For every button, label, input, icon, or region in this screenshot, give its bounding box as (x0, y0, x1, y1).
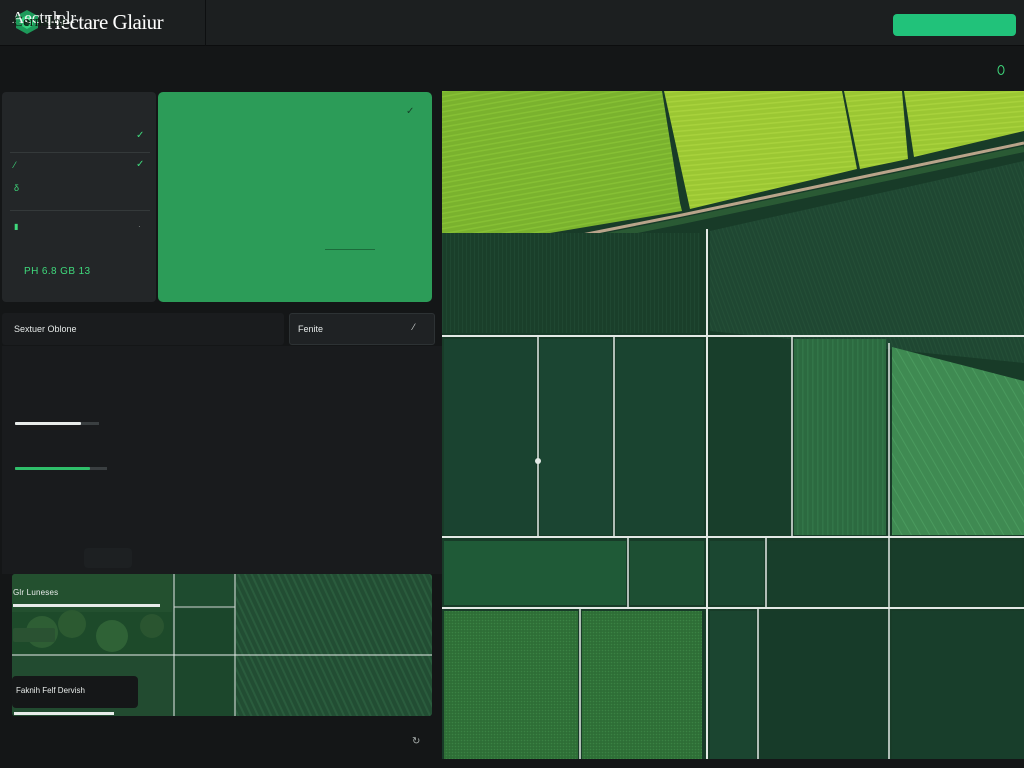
sub-nav (0, 47, 1024, 91)
info-icon[interactable] (996, 64, 1006, 76)
mini-map-label: Glr Luneses (13, 588, 59, 597)
more-icon[interactable]: · (138, 222, 141, 231)
mini-map-chip[interactable] (13, 628, 55, 642)
mini-map-bar (13, 604, 160, 607)
filter-label: Sextuer Oblone (14, 324, 77, 334)
progress-fill (15, 422, 81, 425)
number-icon: δ (14, 183, 20, 193)
row-action[interactable] (84, 548, 132, 568)
divider (325, 249, 375, 250)
filter-select-label: Fenite (298, 324, 324, 334)
trend-icon: ⁄ (14, 160, 16, 170)
chevron-down-icon[interactable]: ✓ (406, 106, 414, 117)
chevron-down-icon[interactable]: ⁄ (413, 322, 415, 332)
map-overlay-bar (14, 712, 114, 715)
field-map[interactable] (442, 91, 1024, 759)
map-overlay-label: Faknih Felf Dervish (16, 686, 85, 695)
progress-fill (15, 467, 91, 470)
green-card-title: Cernalor (13, 14, 66, 30)
marker-icon: ▮ (14, 222, 19, 231)
check-icon: ✓ (136, 130, 145, 141)
divider (205, 0, 206, 46)
green-card (158, 92, 432, 302)
data-table (2, 346, 442, 574)
check-icon: ✓ (136, 159, 145, 170)
refresh-icon[interactable]: ↻ (412, 736, 420, 747)
divider (10, 152, 150, 153)
primary-cta-button[interactable] (893, 14, 1016, 36)
summary-metric: PH 6.8 GB 13 (24, 266, 91, 277)
divider (10, 210, 150, 211)
